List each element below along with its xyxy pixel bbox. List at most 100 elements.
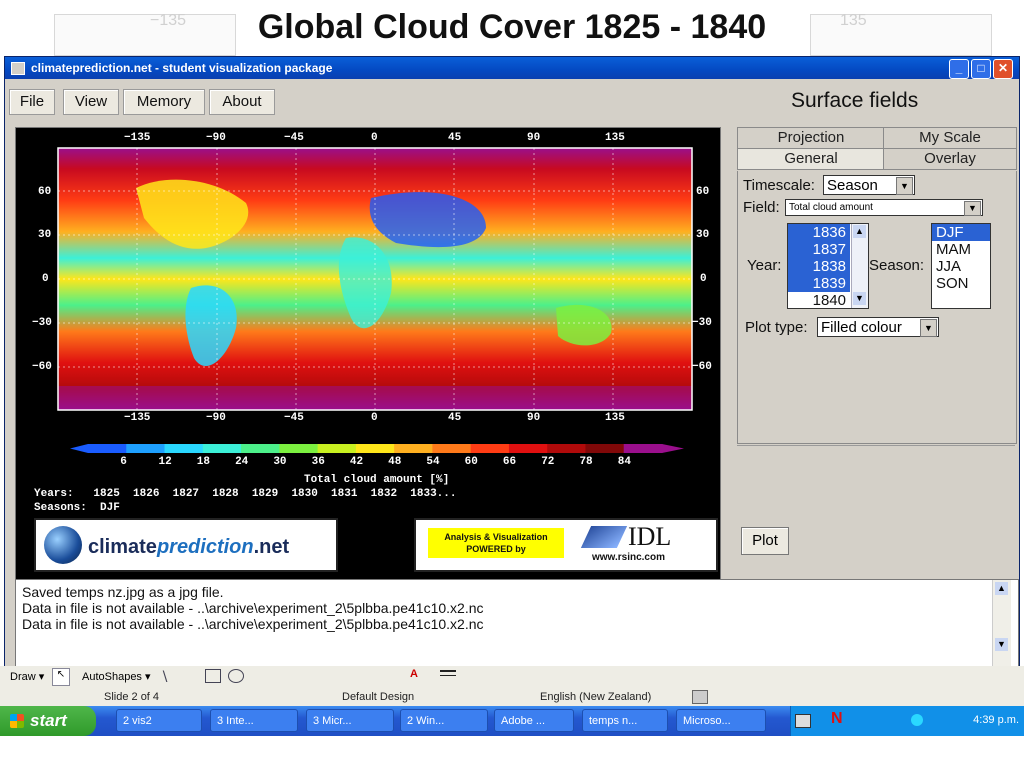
tab-projection[interactable]: Projection [737,127,885,149]
maximize-button[interactable]: □ [971,59,991,79]
line-style-icon[interactable] [440,670,456,676]
spellcheck-icon [692,690,708,704]
year-label: Year: [747,257,782,274]
year-option[interactable]: 1836 [788,224,850,241]
scroll-down-icon[interactable]: ▼ [995,638,1008,651]
tab-overlay[interactable]: Overlay [883,148,1017,170]
colorbar-tick-label: 66 [502,456,517,468]
field-select[interactable]: Total cloud amount ▼ [785,199,983,216]
year-option[interactable]: 1838 [788,258,850,275]
tray-monitor-icon[interactable] [795,714,811,728]
years-line: Years: 1825 1826 1827 1828 1829 1830 183… [34,488,457,500]
timescale-select[interactable]: Season ▼ [823,175,915,195]
window-titlebar[interactable]: climateprediction.net - student visualiz… [5,57,1019,79]
log-line: Data in file is not available - ..\archi… [22,616,484,632]
season-option[interactable]: SON [932,275,990,292]
colorbar-max-arrow [662,444,684,453]
tab-my-scale[interactable]: My Scale [883,127,1017,149]
plot-button[interactable]: Plot [741,527,789,555]
menu-file[interactable]: File [9,89,55,115]
font-color-icon[interactable]: A [410,668,418,680]
panel-header: Surface fields [791,89,919,112]
log-scrollbar[interactable]: ▲ ▼ [992,580,1011,669]
season-label: Season: [869,257,925,274]
ghost-tick-right: 135 [840,12,867,29]
colorbar-tick-label: 42 [349,456,364,468]
tray-globe-icon[interactable] [911,714,923,726]
season-listbox[interactable]: DJF MAM JJA SON [931,223,991,309]
left-tick-label: 0 [42,273,49,285]
colorbar-segment [547,444,586,453]
bottom-tick-label: 45 [448,412,462,424]
task-button[interactable]: Microso... [676,709,766,732]
task-button[interactable]: temps n... [582,709,668,732]
line-tool-icon[interactable]: ∖ [160,668,169,685]
tray-n-icon[interactable]: N [831,710,843,728]
colorbar-segment [470,444,510,453]
plot-type-select[interactable]: Filled colour ▼ [817,317,939,337]
rectangle-tool-icon[interactable] [205,669,221,683]
top-tick-label: −135 [124,132,151,144]
colorbar-segment [317,444,357,453]
draw-menu[interactable]: Draw ▾ [10,670,44,683]
right-tick-label: 30 [696,229,710,241]
app-window: climateprediction.net - student visualiz… [4,56,1020,674]
close-button[interactable]: ✕ [993,59,1013,79]
timescale-label: Timescale: [743,177,815,194]
colorbar-segment [126,444,166,453]
right-tick-label: 0 [700,273,707,285]
season-option[interactable]: JJA [932,258,990,275]
tab-general[interactable]: General [737,148,885,170]
colorbar-tick-label: 6 [120,456,127,468]
colorbar-tick-label: 12 [158,456,172,468]
design-status: Default Design [342,691,415,703]
task-button[interactable]: 2 Win... [400,709,488,732]
year-scrollbar[interactable]: ▲ ▼ [851,224,868,308]
select-pointer-icon[interactable]: ↖ [52,668,70,686]
colorbar-segment [88,444,127,453]
slide-status: Slide 2 of 4 [104,691,160,703]
colorbar-segment [585,444,625,453]
scroll-up-icon[interactable]: ▲ [853,225,866,238]
top-tick-label: 0 [371,132,378,144]
task-button[interactable]: 3 Micr... [306,709,394,732]
scroll-down-icon[interactable]: ▼ [853,292,866,305]
menu-about[interactable]: About [209,89,275,115]
status-bar: Slide 2 of 4 Default Design English (New… [0,688,1024,706]
season-option[interactable]: DJF [932,224,990,241]
colorbar-tick-label: 18 [196,456,210,468]
bottom-tick-label: −45 [284,412,304,424]
right-tick-label: 60 [696,186,710,198]
bottom-tick-label: 135 [605,412,625,424]
ghost-frame-left [54,14,236,56]
minimize-button[interactable]: _ [949,59,969,79]
autoshapes-menu[interactable]: AutoShapes ▾ [82,670,151,683]
top-tick-label: 45 [448,132,462,144]
start-button[interactable]: start [0,706,96,736]
window-title: climateprediction.net - student visualiz… [31,61,333,75]
year-listbox[interactable]: 1836 1837 1838 1839 1840 ▲ ▼ [787,223,869,309]
colorbar-tick-label: 60 [464,456,478,468]
log-output[interactable]: Saved temps nz.jpg as a jpg file. Data i… [15,579,1019,671]
system-tray: N 4:39 p.m. [790,706,1024,736]
menu-view[interactable]: View [63,89,119,115]
menu-memory[interactable]: Memory [123,89,205,115]
colorbar-tick-label: 48 [388,456,402,468]
colorbar-segment [355,444,395,453]
bottom-tick-label: −135 [124,412,151,424]
scroll-up-icon[interactable]: ▲ [995,582,1008,595]
task-button[interactable]: 3 Inte... [210,709,298,732]
season-option[interactable]: MAM [932,241,990,258]
task-button[interactable]: 2 vis2 [116,709,202,732]
panel-divider [737,445,1015,446]
chevron-down-icon: ▼ [920,319,937,337]
oval-tool-icon[interactable] [228,669,244,683]
top-tick-label: 135 [605,132,625,144]
year-option[interactable]: 1837 [788,241,850,258]
year-option[interactable]: 1839 [788,275,850,292]
cloud-map [57,147,693,453]
task-button[interactable]: Adobe ... [494,709,574,732]
year-option[interactable]: 1840 [788,292,850,309]
idl-logo: Analysis & Visualization POWERED by IDL … [414,518,718,572]
bottom-tick-label: −90 [206,412,226,424]
